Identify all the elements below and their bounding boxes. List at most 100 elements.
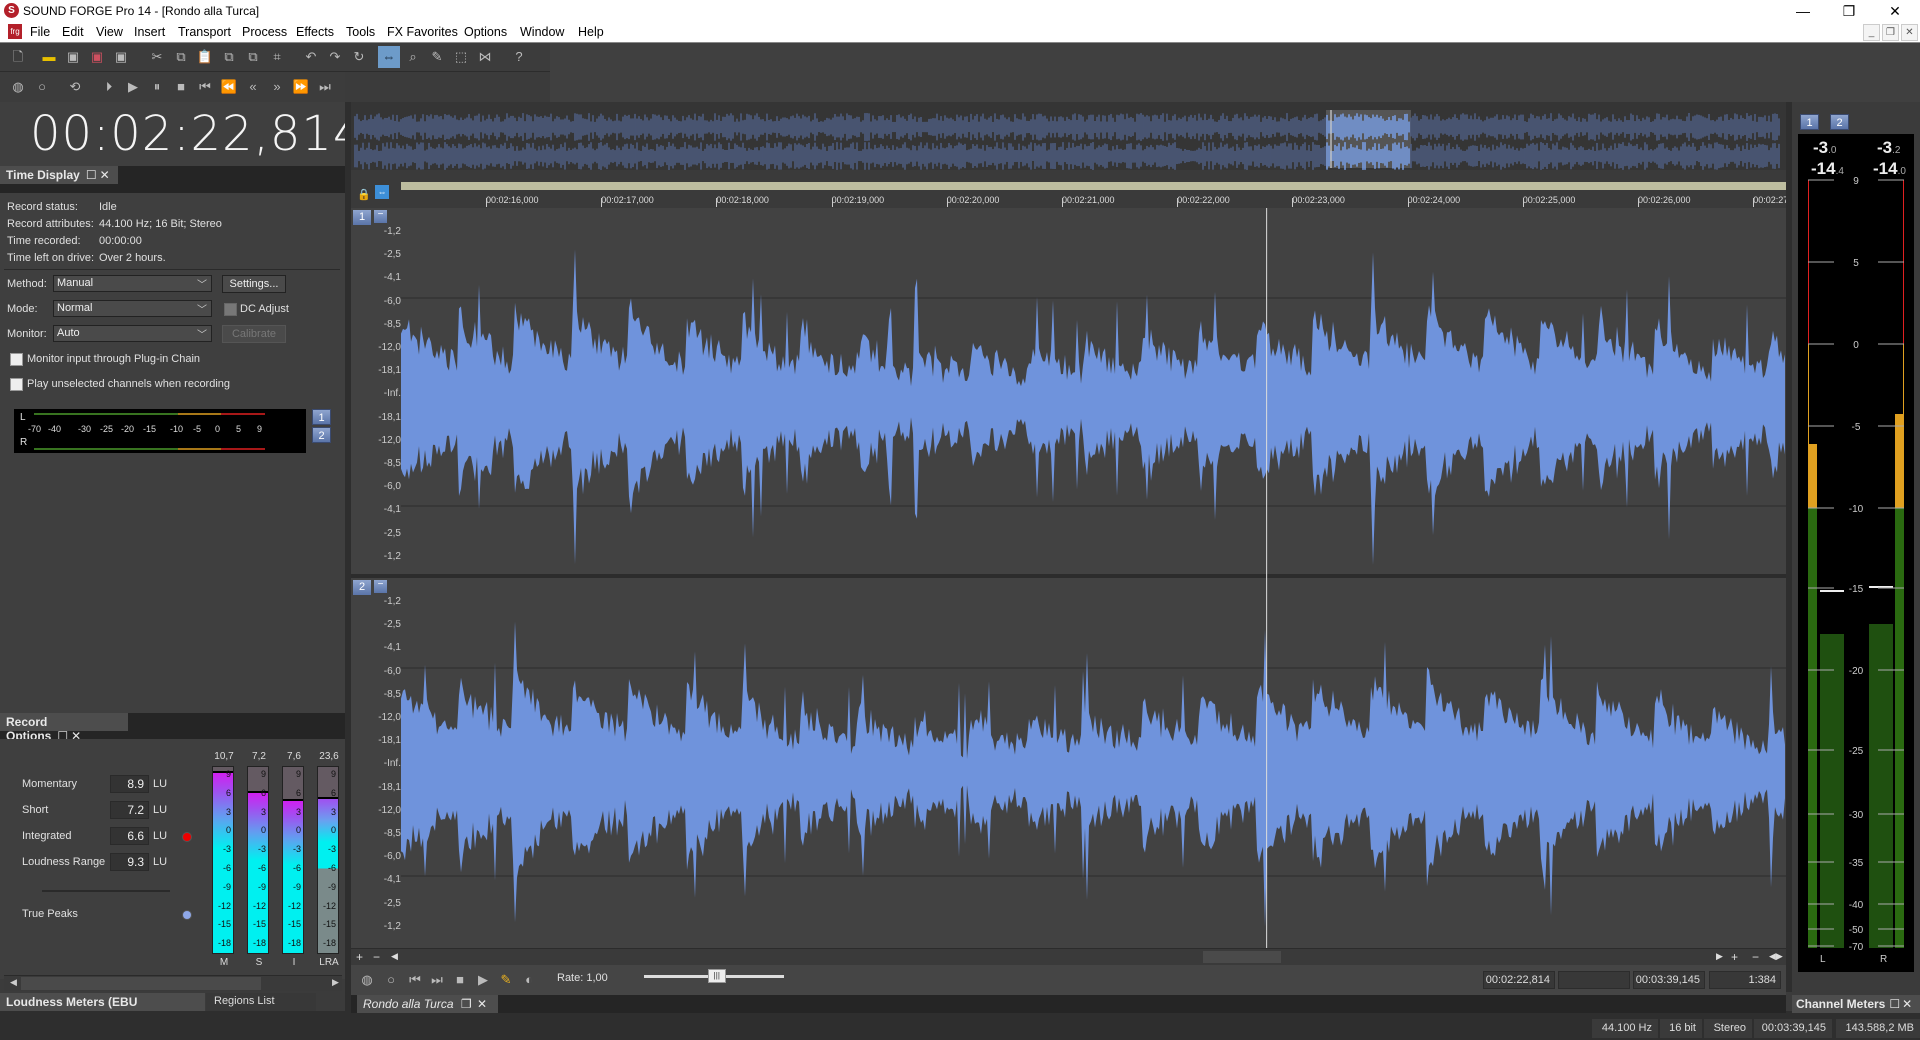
loop-icon[interactable]: ⟲ — [64, 76, 86, 98]
save-as-icon[interactable]: ▣ — [86, 46, 108, 68]
rate-slider-thumb[interactable]: ||| — [707, 969, 726, 983]
calibrate-button[interactable]: Calibrate — [222, 325, 286, 343]
menu-edit[interactable]: Edit — [62, 25, 84, 39]
dc-adjust-checkbox[interactable] — [224, 303, 237, 316]
play-unselected-checkbox[interactable] — [10, 378, 23, 391]
close-icon[interactable]: ✕ — [1902, 997, 1912, 1011]
selection-length-field[interactable] — [1558, 971, 1630, 989]
mdi-minimize-button[interactable]: _ — [1863, 24, 1880, 41]
go-end-icon[interactable]: ⏭ — [314, 76, 336, 98]
waveform-overview[interactable] — [351, 102, 1786, 170]
event-tool-icon[interactable]: ⬚ — [450, 46, 472, 68]
cursor-position-field[interactable]: 00:02:22,814 — [1483, 971, 1555, 989]
scrollbar-thumb[interactable] — [21, 977, 261, 990]
menu-window[interactable]: Window — [520, 25, 564, 39]
cut-icon[interactable]: ✂ — [146, 46, 168, 68]
repeat-icon[interactable]: ↻ — [348, 46, 370, 68]
panel-splitter[interactable] — [1786, 102, 1792, 992]
play-icon[interactable]: ▶ — [122, 76, 144, 98]
go-start-icon[interactable]: ⏮ — [194, 76, 216, 98]
redo-icon[interactable]: ↷ — [324, 46, 346, 68]
rewind-icon[interactable]: « — [242, 76, 264, 98]
menu-process[interactable]: Process — [242, 25, 287, 39]
save-icon[interactable]: ▣ — [62, 46, 84, 68]
settings-button[interactable]: Settings... — [222, 275, 286, 293]
crop-icon[interactable]: ⌗ — [266, 46, 288, 68]
horizontal-scrollbar[interactable]: ◀ ▶ — [4, 975, 342, 991]
menu-transport[interactable]: Transport — [178, 25, 231, 39]
mix-icon[interactable]: ⧉ — [242, 46, 264, 68]
scroll-left-icon[interactable]: ◀ — [391, 951, 398, 962]
new-file-icon[interactable]: 🗋 — [7, 46, 29, 68]
method-select[interactable]: Manual ﹀ — [53, 275, 212, 292]
record-meter-ch1-button[interactable]: 1 — [312, 409, 331, 425]
pause-icon[interactable]: ⏸ — [146, 76, 168, 98]
pencil-tool-icon[interactable]: ✎ — [426, 46, 448, 68]
channel-2-button[interactable]: 2 — [353, 580, 371, 595]
arm-icon[interactable]: ○ — [31, 76, 53, 98]
go-start-icon[interactable]: ⏮ — [404, 969, 426, 991]
zoom-fit-icon[interactable]: ◀▶ — [1769, 951, 1783, 962]
float-icon[interactable]: ☐ — [86, 168, 97, 182]
scroll-left-icon[interactable]: ◀ — [10, 977, 17, 988]
horizontal-scroll-thumb[interactable] — [1203, 951, 1281, 963]
restore-button[interactable]: ❐ — [1826, 0, 1872, 22]
open-folder-icon[interactable]: ▬ — [38, 46, 60, 68]
restore-icon[interactable]: ❐ — [461, 997, 472, 1011]
channel-1-minimize-icon[interactable]: − — [374, 210, 387, 223]
zoom-out-horizontal-icon[interactable]: − — [1752, 950, 1759, 964]
menu-options[interactable]: Options — [464, 25, 507, 39]
waveform-tracks[interactable]: -1,2 -2,5 -4,1 -6,0 -8,5 -12,0 -18,1 -Inf. -18,1… — [351, 208, 1786, 948]
time-ruler[interactable]: 🔒 ⇔ 00:02:16,000 00:02:17,000 00:02:18,000… — [351, 170, 1791, 208]
arm-icon[interactable]: ○ — [380, 969, 402, 991]
channel-2-minimize-icon[interactable]: − — [374, 580, 387, 593]
help-pointer-icon[interactable]: ? — [508, 46, 530, 68]
zoom-in-vertical-icon[interactable]: + — [356, 950, 363, 964]
close-button[interactable]: ✕ — [1872, 0, 1918, 22]
channel-meter-1-button[interactable]: 1 — [1800, 114, 1819, 130]
monitor-select[interactable]: Auto ﹀ — [53, 325, 212, 342]
paste-icon[interactable]: 📋 — [194, 46, 216, 68]
menu-tools[interactable]: Tools — [346, 25, 375, 39]
file-length-field[interactable]: 00:03:39,145 — [1633, 971, 1705, 989]
record-icon[interactable]: ◍ — [356, 969, 378, 991]
close-icon[interactable]: ✕ — [100, 168, 110, 182]
copy-icon[interactable]: ⧉ — [170, 46, 192, 68]
paste-special-icon[interactable]: ⧉ — [218, 46, 240, 68]
float-icon[interactable]: ☐ — [1889, 997, 1900, 1011]
menu-effects[interactable]: Effects — [296, 25, 334, 39]
go-end-icon[interactable]: ⏭ — [426, 969, 448, 991]
fast-forward-icon[interactable]: » — [266, 76, 288, 98]
play-all-icon[interactable]: ⏵ — [98, 76, 120, 98]
menu-fx-favorites[interactable]: FX Favorites — [387, 25, 458, 39]
scrub-icon[interactable]: ✎ — [495, 969, 517, 991]
tab-loudness-meters[interactable]: Loudness Meters (EBU R128)☐✕ — [0, 993, 205, 1023]
close-icon[interactable]: ✕ — [477, 997, 487, 1011]
mdi-restore-button[interactable]: ❐ — [1882, 24, 1899, 41]
zoom-out-vertical-icon[interactable]: − — [373, 950, 380, 964]
menu-insert[interactable]: Insert — [134, 25, 165, 39]
next-marker-icon[interactable]: ⏩ — [290, 76, 312, 98]
zoom-ratio-field[interactable]: 1:384 — [1709, 971, 1781, 989]
channel-meter-2-button[interactable]: 2 — [1830, 114, 1849, 130]
menu-help[interactable]: Help — [578, 25, 604, 39]
tab-channel-meters[interactable]: Channel Meters ☐ ✕ — [1792, 995, 1920, 1013]
play-icon[interactable]: ▶ — [472, 969, 494, 991]
tab-rondo-alla-turca[interactable]: Rondo alla Turca ❐ ✕ — [357, 995, 498, 1013]
playback-mode-icon[interactable]: ◐ — [518, 969, 540, 991]
stop-icon[interactable]: ■ — [449, 969, 471, 991]
menu-file[interactable]: File — [30, 25, 50, 39]
edit-tool-icon[interactable]: ⇔ — [378, 46, 400, 68]
save-all-icon[interactable]: ▣ — [110, 46, 132, 68]
scroll-right-icon[interactable]: ▶ — [332, 977, 339, 988]
record-meter-ch2-button[interactable]: 2 — [312, 427, 331, 443]
mode-select[interactable]: Normal ﹀ — [53, 300, 212, 317]
mdi-close-button[interactable]: ✕ — [1901, 24, 1918, 41]
menu-view[interactable]: View — [96, 25, 123, 39]
envelope-tool-icon[interactable]: ⋈ — [474, 46, 496, 68]
prev-marker-icon[interactable]: ⏪ — [218, 76, 240, 98]
tab-time-display[interactable]: Time Display ☐ ✕ — [0, 166, 118, 184]
minimize-button[interactable]: — — [1780, 0, 1826, 22]
scroll-right-icon[interactable]: ▶ — [1716, 951, 1723, 962]
stop-icon[interactable]: ■ — [170, 76, 192, 98]
